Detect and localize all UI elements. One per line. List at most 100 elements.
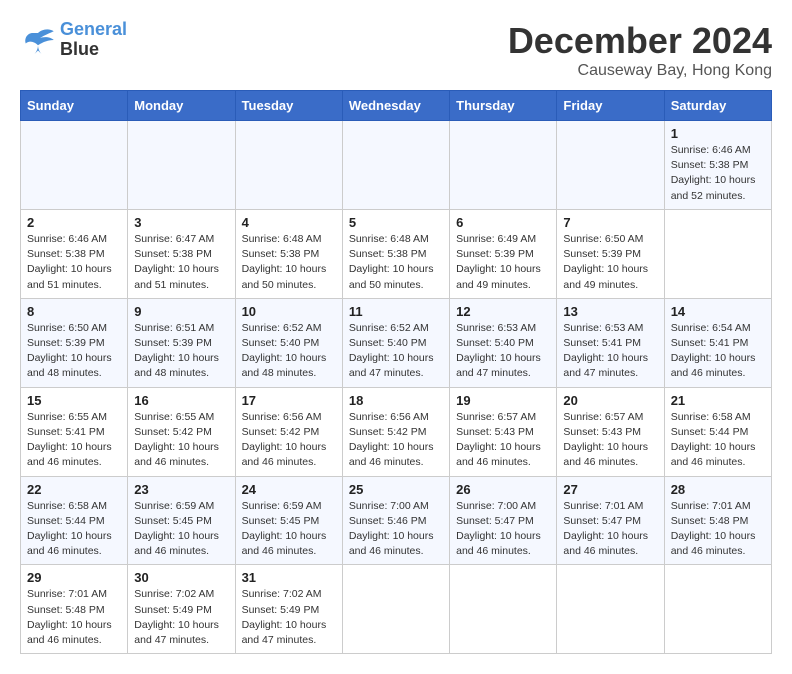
calendar-header-row: SundayMondayTuesdayWednesdayThursdayFrid…: [21, 91, 772, 121]
day-info: Sunrise: 6:51 AMSunset: 5:39 PMDaylight:…: [134, 321, 228, 382]
calendar-cell: 9 Sunrise: 6:51 AMSunset: 5:39 PMDaylight…: [128, 298, 235, 387]
calendar-cell: 28 Sunrise: 7:01 AMSunset: 5:48 PMDayligh…: [664, 476, 771, 565]
day-info: Sunrise: 6:54 AMSunset: 5:41 PMDaylight:…: [671, 321, 765, 382]
day-info: Sunrise: 6:59 AMSunset: 5:45 PMDaylight:…: [242, 499, 336, 560]
page-header: General Blue December 2024 Causeway Bay,…: [20, 20, 772, 80]
calendar-cell: [342, 121, 449, 210]
calendar-cell: 25Sunrise: 7:00 AMSunset: 5:46 PMDayligh…: [342, 476, 449, 565]
day-number: 19: [456, 393, 550, 408]
day-number: 9: [134, 304, 228, 319]
calendar-cell: [664, 565, 771, 654]
logo-icon: [20, 26, 56, 54]
day-number: 1: [671, 126, 765, 141]
calendar-cell: 6 Sunrise: 6:49 AMSunset: 5:39 PMDaylight…: [450, 209, 557, 298]
calendar-cell: 15 Sunrise: 6:55 AMSunset: 5:41 PMDayligh…: [21, 387, 128, 476]
calendar-cell: 17 Sunrise: 6:56 AMSunset: 5:42 PMDayligh…: [235, 387, 342, 476]
calendar-cell: [128, 121, 235, 210]
calendar-cell: 24 Sunrise: 6:59 AMSunset: 5:45 PMDayligh…: [235, 476, 342, 565]
day-info: Sunrise: 6:47 AMSunset: 5:38 PMDaylight:…: [134, 232, 228, 293]
calendar-cell: 16 Sunrise: 6:55 AMSunset: 5:42 PMDayligh…: [128, 387, 235, 476]
day-info: Sunrise: 7:01 AMSunset: 5:47 PMDaylight:…: [563, 499, 657, 560]
day-number: 11: [349, 304, 443, 319]
day-number: 6: [456, 215, 550, 230]
day-info: Sunrise: 6:49 AMSunset: 5:39 PMDaylight:…: [456, 232, 550, 293]
calendar-cell: 2 Sunrise: 6:46 AMSunset: 5:38 PMDaylight…: [21, 209, 128, 298]
calendar-week-row: 1Sunrise: 6:46 AMSunset: 5:38 PMDaylight…: [21, 121, 772, 210]
calendar-cell: 11 Sunrise: 6:52 AMSunset: 5:40 PMDayligh…: [342, 298, 449, 387]
day-info: Sunrise: 6:55 AMSunset: 5:41 PMDaylight:…: [27, 410, 121, 471]
calendar-cell: [21, 121, 128, 210]
title-area: December 2024 Causeway Bay, Hong Kong: [508, 20, 772, 80]
day-number: 17: [242, 393, 336, 408]
day-info: Sunrise: 7:00 AMSunset: 5:47 PMDaylight:…: [456, 499, 550, 560]
logo-line2: Blue: [60, 40, 127, 60]
day-number: 21: [671, 393, 765, 408]
column-header-friday: Friday: [557, 91, 664, 121]
calendar-cell: 13Sunrise: 6:53 AMSunset: 5:41 PMDayligh…: [557, 298, 664, 387]
calendar-cell: 3 Sunrise: 6:47 AMSunset: 5:38 PMDaylight…: [128, 209, 235, 298]
day-info: Sunrise: 6:58 AMSunset: 5:44 PMDaylight:…: [27, 499, 121, 560]
day-info: Sunrise: 6:55 AMSunset: 5:42 PMDaylight:…: [134, 410, 228, 471]
calendar-cell: 31 Sunrise: 7:02 AMSunset: 5:49 PMDayligh…: [235, 565, 342, 654]
day-number: 7: [563, 215, 657, 230]
calendar-cell: [450, 565, 557, 654]
column-header-thursday: Thursday: [450, 91, 557, 121]
day-number: 15: [27, 393, 121, 408]
day-info: Sunrise: 7:02 AMSunset: 5:49 PMDaylight:…: [242, 587, 336, 648]
day-info: Sunrise: 6:48 AMSunset: 5:38 PMDaylight:…: [349, 232, 443, 293]
calendar-cell: 5 Sunrise: 6:48 AMSunset: 5:38 PMDaylight…: [342, 209, 449, 298]
day-number: 2: [27, 215, 121, 230]
day-info: Sunrise: 6:53 AMSunset: 5:41 PMDaylight:…: [563, 321, 657, 382]
day-number: 10: [242, 304, 336, 319]
day-info: Sunrise: 7:01 AMSunset: 5:48 PMDaylight:…: [671, 499, 765, 560]
day-number: 23: [134, 482, 228, 497]
day-number: 30: [134, 570, 228, 585]
day-number: 27: [563, 482, 657, 497]
calendar-cell: 12 Sunrise: 6:53 AMSunset: 5:40 PMDayligh…: [450, 298, 557, 387]
day-number: 14: [671, 304, 765, 319]
day-number: 16: [134, 393, 228, 408]
calendar-cell: 23Sunrise: 6:59 AMSunset: 5:45 PMDayligh…: [128, 476, 235, 565]
day-info: Sunrise: 6:48 AMSunset: 5:38 PMDaylight:…: [242, 232, 336, 293]
day-info: Sunrise: 6:58 AMSunset: 5:44 PMDaylight:…: [671, 410, 765, 471]
day-number: 25: [349, 482, 443, 497]
calendar-cell: [664, 209, 771, 298]
calendar-week-row: 22 Sunrise: 6:58 AMSunset: 5:44 PMDayligh…: [21, 476, 772, 565]
logo-line1: General: [60, 20, 127, 40]
calendar-cell: 7Sunrise: 6:50 AMSunset: 5:39 PMDaylight…: [557, 209, 664, 298]
column-header-tuesday: Tuesday: [235, 91, 342, 121]
calendar-week-row: 29Sunrise: 7:01 AMSunset: 5:48 PMDayligh…: [21, 565, 772, 654]
day-info: Sunrise: 6:50 AMSunset: 5:39 PMDaylight:…: [27, 321, 121, 382]
calendar-week-row: 2 Sunrise: 6:46 AMSunset: 5:38 PMDaylight…: [21, 209, 772, 298]
day-number: 24: [242, 482, 336, 497]
column-header-saturday: Saturday: [664, 91, 771, 121]
day-info: Sunrise: 6:46 AMSunset: 5:38 PMDaylight:…: [27, 232, 121, 293]
day-info: Sunrise: 6:53 AMSunset: 5:40 PMDaylight:…: [456, 321, 550, 382]
day-number: 28: [671, 482, 765, 497]
calendar-cell: [557, 565, 664, 654]
calendar-cell: 21 Sunrise: 6:58 AMSunset: 5:44 PMDayligh…: [664, 387, 771, 476]
day-info: Sunrise: 6:52 AMSunset: 5:40 PMDaylight:…: [349, 321, 443, 382]
day-info: Sunrise: 7:02 AMSunset: 5:49 PMDaylight:…: [134, 587, 228, 648]
day-info: Sunrise: 6:56 AMSunset: 5:42 PMDaylight:…: [242, 410, 336, 471]
calendar-cell: 30 Sunrise: 7:02 AMSunset: 5:49 PMDayligh…: [128, 565, 235, 654]
month-title: December 2024: [508, 20, 772, 62]
day-info: Sunrise: 6:56 AMSunset: 5:42 PMDaylight:…: [349, 410, 443, 471]
day-number: 3: [134, 215, 228, 230]
day-number: 12: [456, 304, 550, 319]
calendar-cell: 19 Sunrise: 6:57 AMSunset: 5:43 PMDayligh…: [450, 387, 557, 476]
calendar-cell: 8Sunrise: 6:50 AMSunset: 5:39 PMDaylight…: [21, 298, 128, 387]
calendar-week-row: 15 Sunrise: 6:55 AMSunset: 5:41 PMDayligh…: [21, 387, 772, 476]
day-number: 5: [349, 215, 443, 230]
day-info: Sunrise: 6:57 AMSunset: 5:43 PMDaylight:…: [563, 410, 657, 471]
logo: General Blue: [20, 20, 127, 60]
calendar-cell: 27 Sunrise: 7:01 AMSunset: 5:47 PMDayligh…: [557, 476, 664, 565]
day-number: 31: [242, 570, 336, 585]
column-header-monday: Monday: [128, 91, 235, 121]
calendar-cell: 4 Sunrise: 6:48 AMSunset: 5:38 PMDaylight…: [235, 209, 342, 298]
day-number: 22: [27, 482, 121, 497]
day-info: Sunrise: 6:57 AMSunset: 5:43 PMDaylight:…: [456, 410, 550, 471]
day-number: 4: [242, 215, 336, 230]
day-info: Sunrise: 6:52 AMSunset: 5:40 PMDaylight:…: [242, 321, 336, 382]
location-subtitle: Causeway Bay, Hong Kong: [508, 62, 772, 80]
